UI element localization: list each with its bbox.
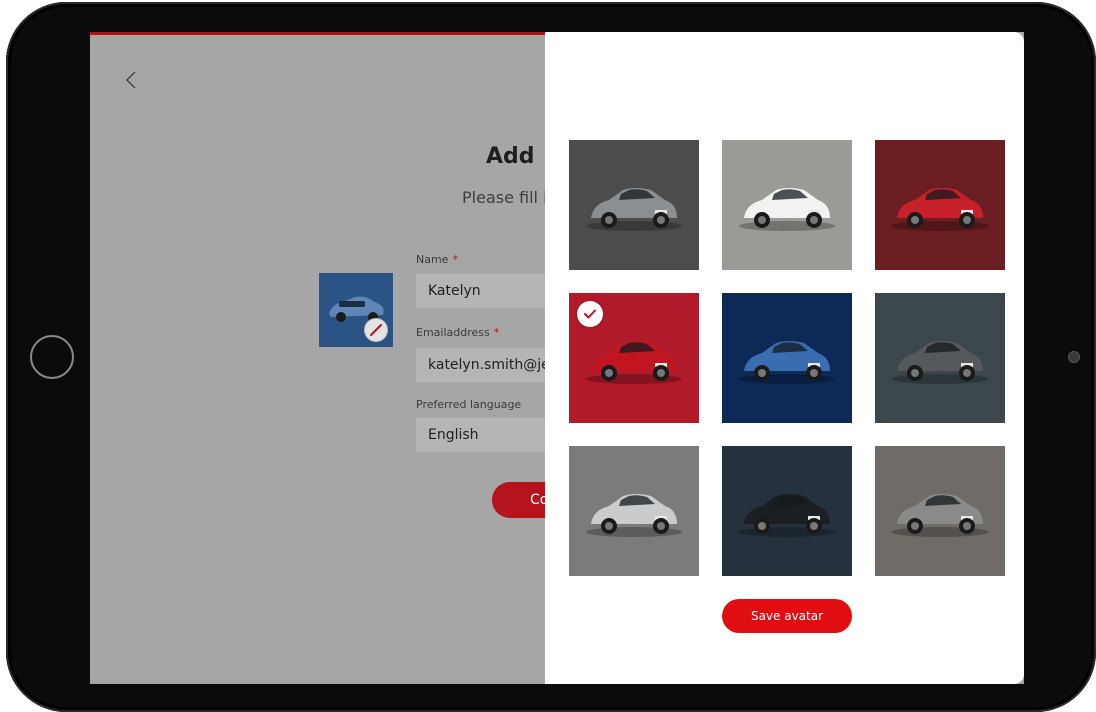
pencil-icon (370, 324, 382, 336)
avatar-option-hatchback-red[interactable] (875, 140, 1005, 270)
car-image (739, 188, 835, 231)
language-label: Preferred language (416, 398, 522, 411)
name-label: Name * (416, 253, 458, 266)
car-image (739, 494, 835, 537)
avatar-option-landcruiser-black[interactable] (722, 446, 852, 576)
selected-badge (577, 301, 603, 327)
avatar-option-sportscar-gray[interactable] (875, 293, 1005, 423)
edit-avatar-button[interactable] (364, 318, 388, 342)
progress-bar (90, 32, 550, 35)
chevron-left-icon[interactable] (122, 70, 142, 90)
avatar-option-crossover-blue[interactable] (722, 293, 852, 423)
avatar-option-pickup-gray[interactable] (875, 446, 1005, 576)
car-image (892, 494, 988, 537)
save-avatar-button[interactable]: Save avatar (722, 599, 852, 633)
avatar-option-suv-red[interactable] (569, 293, 699, 423)
car-image (892, 341, 988, 384)
camera-dot (1068, 351, 1080, 363)
home-button[interactable] (30, 335, 74, 379)
car-image (586, 188, 682, 231)
checkmark-icon (584, 309, 596, 319)
car-image (586, 494, 682, 537)
avatar-option-suv-white[interactable] (722, 140, 852, 270)
page-title: Add (486, 144, 535, 169)
page-subtitle: Please fill i (462, 188, 548, 207)
email-label: Emailaddress * (416, 326, 500, 339)
car-image (892, 188, 988, 231)
avatar-option-hatchback-gray[interactable] (569, 140, 699, 270)
avatar-picker-panel: Save avatar (545, 32, 1024, 684)
car-image (739, 341, 835, 384)
avatar-option-supra-silver[interactable] (569, 446, 699, 576)
